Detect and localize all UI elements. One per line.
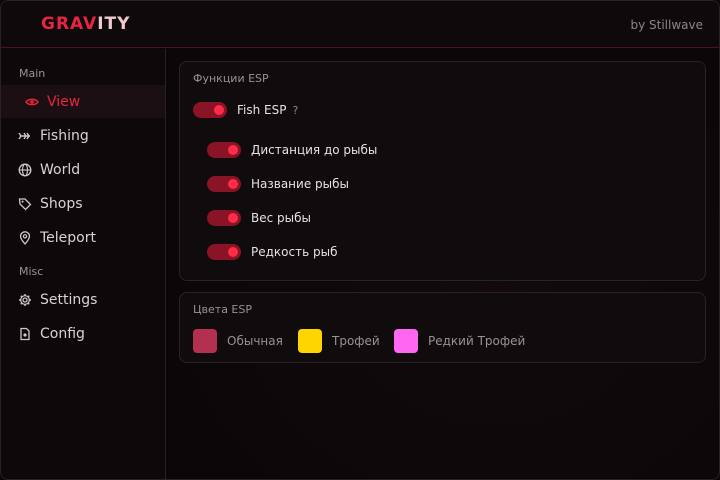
file-icon	[18, 327, 32, 341]
common-color-item: Обычная	[193, 329, 283, 353]
help-icon[interactable]: ?	[292, 104, 298, 117]
common-color-label: Обычная	[227, 334, 283, 348]
fish-weight-toggle[interactable]	[207, 210, 241, 226]
logo-accent-text: GRAV	[41, 14, 98, 34]
fish-esp-label: Fish ESP	[237, 103, 287, 117]
sidebar-item-fishing[interactable]: Fishing	[1, 119, 165, 152]
logo-light-text: ITY	[97, 14, 131, 34]
sidebar-item-label: Shops	[40, 195, 83, 212]
fish-esp-toggle[interactable]	[193, 102, 227, 118]
esp-colors-card: Цвета ESP Обычная Трофей Редкий Трофей	[179, 292, 706, 363]
title-bar: GRAVITY by Stillwave	[1, 1, 719, 48]
sidebar-item-label: World	[40, 161, 81, 178]
sidebar-section-misc: Misc	[19, 265, 44, 278]
common-color-swatch[interactable]	[193, 329, 217, 353]
sidebar: Main View Fishing World Shops Teleport M…	[1, 49, 166, 479]
sidebar-item-settings[interactable]: Settings	[1, 283, 165, 316]
trophy-color-swatch[interactable]	[298, 329, 322, 353]
sidebar-item-label: Teleport	[40, 229, 96, 246]
trophy-color-item: Трофей	[298, 329, 380, 353]
toggle-knob	[228, 145, 238, 155]
sidebar-item-shops[interactable]: Shops	[1, 187, 165, 220]
app-logo: GRAVITY	[41, 14, 130, 34]
fish-esp-row: Fish ESP ?	[193, 102, 298, 118]
trophy-color-label: Трофей	[332, 334, 380, 348]
sidebar-item-teleport[interactable]: Teleport	[1, 221, 165, 254]
sidebar-item-config[interactable]: Config	[1, 317, 165, 350]
fish-name-row: Название рыбы	[207, 176, 349, 192]
sidebar-section-main: Main	[19, 67, 46, 80]
sidebar-item-world[interactable]: World	[1, 153, 165, 186]
eye-icon	[25, 95, 39, 109]
distance-row: Дистанция до рыбы	[207, 142, 377, 158]
rare-trophy-color-swatch[interactable]	[394, 329, 418, 353]
fish-name-toggle[interactable]	[207, 176, 241, 192]
app-window: GRAVITY by Stillwave Main View Fishing W…	[0, 0, 720, 480]
card-title: Цвета ESP	[193, 303, 253, 316]
fish-rarity-label: Редкость рыб	[251, 245, 338, 259]
fish-icon	[18, 129, 32, 143]
author-credit: by Stillwave	[630, 18, 703, 32]
tag-icon	[18, 197, 32, 211]
rare-trophy-color-label: Редкий Трофей	[428, 334, 526, 348]
card-title: Функции ESP	[193, 72, 269, 85]
fish-name-label: Название рыбы	[251, 177, 349, 191]
fish-weight-label: Вес рыбы	[251, 211, 311, 225]
distance-toggle[interactable]	[207, 142, 241, 158]
sidebar-item-label: Config	[40, 325, 85, 342]
globe-icon	[18, 163, 32, 177]
toggle-knob	[228, 213, 238, 223]
fish-weight-row: Вес рыбы	[207, 210, 311, 226]
rare-trophy-color-item: Редкий Трофей	[394, 329, 525, 353]
sidebar-item-label: View	[47, 93, 81, 110]
fish-rarity-row: Редкость рыб	[207, 244, 337, 260]
main-content: Функции ESP Fish ESP ? Дистанция до рыбы…	[167, 49, 719, 479]
map-pin-icon	[18, 230, 32, 245]
distance-label: Дистанция до рыбы	[251, 143, 378, 157]
sidebar-item-view[interactable]: View	[1, 85, 165, 118]
sidebar-item-label: Fishing	[40, 127, 89, 144]
toggle-knob	[228, 247, 238, 257]
esp-functions-card: Функции ESP Fish ESP ? Дистанция до рыбы…	[179, 61, 706, 281]
toggle-knob	[228, 179, 238, 189]
gear-icon	[18, 293, 32, 307]
sidebar-item-label: Settings	[40, 291, 98, 308]
fish-rarity-toggle[interactable]	[207, 244, 241, 260]
toggle-knob	[214, 105, 224, 115]
